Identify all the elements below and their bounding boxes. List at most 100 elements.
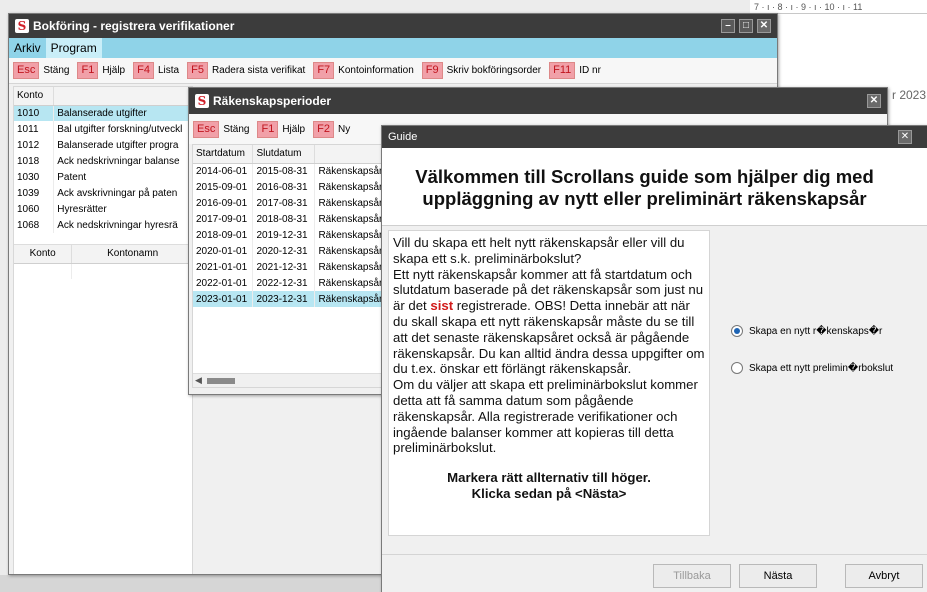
- bokforing-titlebar: S Bokföring - registrera verifikationer …: [9, 14, 777, 38]
- maximize-icon[interactable]: □: [739, 19, 753, 33]
- button-label: Stäng: [43, 65, 70, 76]
- button-label: Ny: [337, 123, 351, 135]
- f4-list-button[interactable]: F4 Lista: [133, 62, 179, 79]
- key-label: F7: [313, 62, 335, 79]
- cell-start: 2014-06-01: [193, 163, 254, 179]
- key-label: F1: [77, 62, 99, 79]
- scroll-left-icon[interactable]: ◀: [195, 375, 202, 386]
- f1-help-button[interactable]: F1 Hjälp: [257, 120, 306, 138]
- minimize-icon[interactable]: –: [721, 19, 735, 33]
- word-ruler: 7 · ı · 8 · ı · 9 · ı · 10 · ı · 11: [750, 0, 927, 14]
- esc-close-button[interactable]: Esc Stäng: [193, 120, 249, 138]
- button-label: Hjälp: [282, 123, 306, 135]
- f11-id-button[interactable]: F11 ID nr: [549, 62, 601, 79]
- menu-bar: Arkiv Program: [9, 38, 777, 58]
- table-row[interactable]: 2021-01-01 2021-12-31 Räkenskapsår: [193, 259, 387, 275]
- close-icon[interactable]: ✕: [867, 94, 881, 108]
- scrollan-logo-icon: S: [15, 19, 29, 33]
- background-year-text: r 2023: [892, 88, 927, 102]
- period-title: Räkenskapsperioder: [213, 94, 332, 108]
- table-row[interactable]: 2022-01-01 2022-12-31 Räkenskapsår: [193, 275, 387, 291]
- key-label: F11: [549, 62, 576, 79]
- f1-help-button[interactable]: F1 Hjälp: [77, 62, 125, 79]
- table-row[interactable]: 2014-06-01 2015-08-31 Räkenskapsår: [193, 163, 387, 179]
- button-label: ID nr: [579, 65, 601, 76]
- cell-type: Räkenskapsår: [314, 211, 387, 227]
- periods-panel: Startdatum Slutdatum 2014-06-01 2015-08-3…: [192, 144, 388, 388]
- key-label: F2: [313, 120, 334, 138]
- guide-paragraph: Ett nytt räkenskapsår kommer att få star…: [393, 267, 705, 378]
- table-row[interactable]: 2017-09-01 2018-08-31 Räkenskapsår: [193, 211, 387, 227]
- column-header-startdatum[interactable]: Startdatum: [193, 145, 254, 164]
- table-row[interactable]: 1010 Balanserade utgifter: [14, 105, 192, 121]
- next-button[interactable]: Nästa: [739, 564, 817, 588]
- cell-start: 2016-09-01: [193, 195, 254, 211]
- table-row[interactable]: 1018 Ack nedskrivningar balanse: [14, 153, 192, 169]
- cell-name: Ack avskrivningar på paten: [53, 185, 192, 201]
- accounts-panel: Konto 1010 Balanserade utgifter 1011 Bal u…: [13, 86, 193, 574]
- table-spacer: [14, 233, 192, 245]
- table-row[interactable]: 2015-09-01 2016-08-31 Räkenskapsår: [193, 179, 387, 195]
- table-row[interactable]: [14, 263, 192, 279]
- table-row[interactable]: 1068 Ack nedskrivningar hyresrä: [14, 217, 192, 233]
- cell-name: Bal utgifter forskning/utveckl: [53, 121, 192, 137]
- cell-start: 2015-09-01: [193, 179, 254, 195]
- horizontal-scrollbar[interactable]: ◀: [193, 373, 387, 387]
- column-header-name[interactable]: [53, 87, 192, 106]
- cell-end: 2020-12-31: [252, 243, 316, 259]
- scroll-thumb[interactable]: [207, 378, 235, 384]
- table-row[interactable]: 2023-01-01 2023-12-31 Räkenskapsår: [193, 291, 387, 307]
- guide-instruction: Markera rätt allternativ till höger. Kli…: [393, 470, 705, 502]
- period-titlebar: S Räkenskapsperioder ✕: [189, 88, 887, 114]
- table-row[interactable]: 1030 Patent: [14, 169, 192, 185]
- option-new-fiscal-year[interactable]: Skapa en nytt r�kenskaps�r: [731, 325, 882, 337]
- guide-heading-line1: Välkommen till Scrollans guide som hjälp…: [415, 166, 874, 187]
- table-row[interactable]: 1011 Bal utgifter forskning/utveckl: [14, 121, 192, 137]
- table-row[interactable]: 2018-09-01 2019-12-31 Räkenskapsår: [193, 227, 387, 243]
- transactions-table: Konto Kontonamn: [14, 245, 192, 279]
- f2-new-button[interactable]: F2 Ny: [313, 120, 351, 138]
- f9-print-order-button[interactable]: F9 Skriv bokföringsorder: [421, 62, 541, 79]
- cell-name: Balanserade utgifter progra: [53, 137, 192, 153]
- accounts-table: Konto 1010 Balanserade utgifter 1011 Bal u…: [14, 87, 192, 233]
- table-row[interactable]: 2016-09-01 2017-08-31 Räkenskapsår: [193, 195, 387, 211]
- periods-table: Startdatum Slutdatum 2014-06-01 2015-08-3…: [193, 145, 387, 307]
- cell-type: Räkenskapsår: [314, 195, 387, 211]
- column-header-type[interactable]: [314, 145, 387, 164]
- table-row[interactable]: 1060 Hyresrätter: [14, 201, 192, 217]
- cell-end: 2023-12-31: [252, 291, 316, 307]
- cell-start: 2022-01-01: [193, 275, 254, 291]
- f5-delete-last-button[interactable]: F5 Radera sista verifikat: [187, 62, 305, 79]
- cell-type: Räkenskapsår: [314, 243, 387, 259]
- f7-account-info-button[interactable]: F7 Kontoinformation: [313, 62, 414, 79]
- cell-end: 2019-12-31: [252, 227, 316, 243]
- button-label: Hjälp: [102, 65, 126, 76]
- close-icon[interactable]: ✕: [757, 19, 771, 33]
- table-row[interactable]: 2020-01-01 2020-12-31 Räkenskapsår: [193, 243, 387, 259]
- esc-close-button[interactable]: Esc Stäng: [13, 62, 69, 79]
- cell-end: 2021-12-31: [252, 259, 316, 275]
- column-header-kontonamn[interactable]: Kontonamn: [71, 245, 192, 264]
- close-icon[interactable]: ✕: [898, 130, 912, 144]
- column-header-konto[interactable]: Konto: [14, 245, 73, 264]
- back-button[interactable]: Tillbaka: [653, 564, 731, 588]
- option-preliminary-closing[interactable]: Skapa ett nytt prelimin�rbokslut: [731, 362, 893, 374]
- cell-kontonamn: [71, 263, 192, 279]
- key-label: F5: [187, 62, 208, 79]
- menu-arkiv[interactable]: Arkiv: [9, 38, 46, 58]
- cell-name: Ack nedskrivningar hyresrä: [53, 217, 192, 233]
- guide-paragraph: Om du väljer att skapa ett preliminärbok…: [393, 377, 698, 456]
- radio-unselected-icon[interactable]: [731, 362, 743, 374]
- cell-konto: 1011: [14, 121, 55, 137]
- cancel-button[interactable]: Avbryt: [845, 564, 923, 588]
- table-row[interactable]: 1012 Balanserade utgifter progra: [14, 137, 192, 153]
- table-row[interactable]: 1039 Ack avskrivningar på paten: [14, 185, 192, 201]
- column-header-konto[interactable]: Konto: [14, 87, 55, 106]
- option-label: Skapa ett nytt prelimin�rbokslut: [749, 362, 894, 374]
- menu-program[interactable]: Program: [45, 38, 102, 58]
- key-label: Esc: [13, 62, 40, 79]
- column-header-slutdatum[interactable]: Slutdatum: [252, 145, 316, 164]
- cell-end: 2016-08-31: [252, 179, 316, 195]
- highlight-text: sist: [430, 298, 454, 314]
- radio-selected-icon[interactable]: [731, 325, 743, 337]
